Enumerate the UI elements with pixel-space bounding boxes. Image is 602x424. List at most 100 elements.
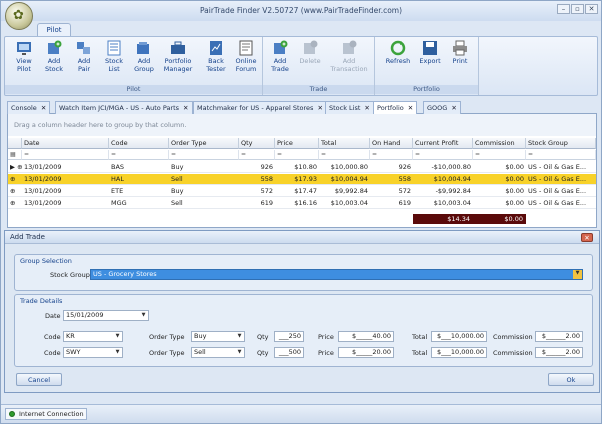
- add-stock-icon: [48, 40, 62, 54]
- price-input[interactable]: $_____40.00: [338, 331, 394, 342]
- date-picker[interactable]: 15/01/2009 ▼: [63, 310, 149, 321]
- add-pair-icon: [77, 42, 90, 54]
- back-tester-button[interactable]: Back Tester: [203, 39, 229, 73]
- tab-portfolio[interactable]: Portfolio ✕: [373, 101, 418, 114]
- column-header-date[interactable]: Date: [22, 138, 109, 149]
- total-current-profit: $14.34: [413, 214, 473, 224]
- app-menu-orb[interactable]: ✿: [5, 2, 33, 30]
- close-tab-icon[interactable]: ✕: [183, 104, 188, 112]
- code-select[interactable]: KR ▼: [63, 331, 123, 342]
- portfolio-manager-button[interactable]: Portfolio Manager: [161, 39, 195, 73]
- qty-input[interactable]: ___500: [274, 347, 304, 358]
- ribbon-tab-pilot[interactable]: Pilot: [37, 23, 71, 36]
- expand-row-icon[interactable]: ⊕: [8, 186, 22, 197]
- cancel-button[interactable]: Cancel: [16, 373, 62, 386]
- cell-date: 13/01/2009: [24, 163, 62, 171]
- filter-cell-current-profit[interactable]: =: [413, 150, 473, 160]
- ribbon: View Pilot Add Stock Add Pair Stock List…: [4, 36, 598, 96]
- tab-console[interactable]: Console ✕: [7, 101, 51, 114]
- column-header-total[interactable]: Total: [319, 138, 370, 149]
- add-pair-button[interactable]: Add Pair: [71, 39, 97, 73]
- window-title: PairTrade Finder V2.50727 (www.PairTrade…: [199, 6, 403, 15]
- add-transaction-button[interactable]: Add Transaction: [329, 39, 369, 73]
- filter-icon[interactable]: ▦: [8, 150, 22, 160]
- delete-button[interactable]: Delete: [297, 39, 323, 66]
- add-transaction-icon: [343, 40, 357, 54]
- dialog-title: Add Trade: [5, 231, 599, 244]
- tab-matchmaker[interactable]: Matchmaker for US - Apparel Stores ✕: [193, 101, 327, 114]
- cell-stock-group: US - Oil & Gas E...: [528, 199, 587, 207]
- stock-group-label: Stock Group: [50, 271, 90, 279]
- column-header-price[interactable]: Price: [275, 138, 319, 149]
- order-type-select[interactable]: Buy ▼: [191, 331, 245, 342]
- table-row[interactable]: ⊕ 13/01/2009 ETE Buy 572 $17.47 $9,992.84 572 -$…: [8, 186, 596, 197]
- qty-label: Qty: [257, 333, 269, 341]
- add-stock-button[interactable]: Add Stock: [41, 39, 67, 73]
- close-button[interactable]: ✕: [585, 4, 598, 14]
- expand-row-icon[interactable]: ⊕: [8, 198, 22, 209]
- status-bar: Internet Connection: [1, 404, 601, 423]
- expand-row-icon[interactable]: ⊕: [8, 174, 22, 185]
- ok-button[interactable]: Ok: [548, 373, 594, 386]
- order-type-select[interactable]: Sell ▼: [191, 347, 245, 358]
- document-tabs: Console ✕ Watch Item JCI/MGA - US - Auto …: [7, 100, 597, 114]
- filter-cell-date[interactable]: =: [22, 150, 109, 160]
- add-group-button[interactable]: Add Group: [131, 39, 157, 73]
- export-button[interactable]: Export: [417, 39, 443, 66]
- tab-watch-item[interactable]: Watch Item JCI/MGA - US - Auto Parts ✕: [55, 101, 193, 114]
- total-commission: $0.00: [473, 214, 526, 224]
- add-trade-button[interactable]: Add Trade: [267, 39, 293, 73]
- close-tab-icon[interactable]: ✕: [317, 104, 322, 112]
- close-tab-icon[interactable]: ✕: [41, 104, 46, 112]
- tab-goog[interactable]: GOOG ✕: [423, 101, 461, 114]
- table-row[interactable]: ▶ ⊕ 13/01/2009 BAS Buy 926 $10.80 $10,000.80 92…: [8, 162, 596, 173]
- code-select[interactable]: SWY ▼: [63, 347, 123, 358]
- expand-row-icon[interactable]: ▶ ⊕: [8, 162, 22, 173]
- filter-cell-order-type[interactable]: =: [169, 150, 239, 160]
- print-button[interactable]: Print: [447, 39, 473, 66]
- minimize-button[interactable]: –: [557, 4, 570, 14]
- view-pilot-button[interactable]: View Pilot: [11, 39, 37, 73]
- maximize-button[interactable]: ▫: [571, 4, 584, 14]
- filter-cell-on-hand[interactable]: =: [370, 150, 413, 160]
- filter-cell-commission[interactable]: =: [473, 150, 526, 160]
- column-header-on-hand[interactable]: On Hand: [370, 138, 413, 149]
- stock-list-button[interactable]: Stock List: [101, 39, 127, 73]
- column-header-qty[interactable]: Qty: [239, 138, 275, 149]
- column-header-commission[interactable]: Commission: [473, 138, 526, 149]
- commission-input[interactable]: $______2.00: [535, 347, 583, 358]
- add-trade-icon: [274, 40, 288, 54]
- online-forum-button[interactable]: Online Forum: [231, 39, 261, 73]
- column-header-order-type[interactable]: Order Type: [169, 138, 239, 149]
- column-header-stock-group[interactable]: Stock Group: [526, 138, 596, 149]
- total-input[interactable]: $___10,000.00: [431, 331, 487, 342]
- close-tab-icon[interactable]: ✕: [408, 104, 413, 112]
- group-by-area[interactable]: Drag a column header here to group by th…: [8, 114, 596, 136]
- qty-input[interactable]: ___250: [274, 331, 304, 342]
- total-input[interactable]: $___10,000.00: [431, 347, 487, 358]
- close-tab-icon[interactable]: ✕: [364, 104, 369, 112]
- tab-stock-list[interactable]: Stock List ✕: [325, 101, 374, 114]
- chevron-down-icon: ▼: [115, 333, 120, 339]
- cell-total: $10,004.94: [330, 175, 368, 183]
- filter-cell-total[interactable]: =: [319, 150, 370, 160]
- filter-cell-code[interactable]: =: [109, 150, 169, 160]
- table-row[interactable]: ⊕ 13/01/2009 HAL Sell 558 $17.93 $10,004.94 558…: [8, 174, 596, 185]
- close-tab-icon[interactable]: ✕: [451, 104, 456, 112]
- cell-current-profit: $10,003.04: [433, 199, 471, 207]
- column-header-current-profit[interactable]: Current Profit: [413, 138, 473, 149]
- trade-details-box: Trade Details Date 15/01/2009 ▼ Code KR ▼ O…: [14, 294, 593, 367]
- refresh-button[interactable]: Refresh: [383, 39, 413, 66]
- cell-stock-group: US - Oil & Gas E...: [528, 163, 587, 171]
- cell-current-profit: -$9,992.84: [435, 187, 471, 195]
- cell-total: $9,992.84: [334, 187, 368, 195]
- filter-cell-price[interactable]: =: [275, 150, 319, 160]
- stock-group-select[interactable]: US - Grocery Stores ▼: [90, 269, 583, 280]
- filter-cell-qty[interactable]: =: [239, 150, 275, 160]
- table-row[interactable]: ⊕ 13/01/2009 MGG Sell 619 $16.16 $10,003.04 619…: [8, 198, 596, 209]
- filter-cell-stock-group[interactable]: =: [526, 150, 596, 160]
- price-input[interactable]: $_____20.00: [338, 347, 394, 358]
- column-header-code[interactable]: Code: [109, 138, 169, 149]
- commission-input[interactable]: $______2.00: [535, 331, 583, 342]
- dialog-close-button[interactable]: ✕: [581, 233, 593, 242]
